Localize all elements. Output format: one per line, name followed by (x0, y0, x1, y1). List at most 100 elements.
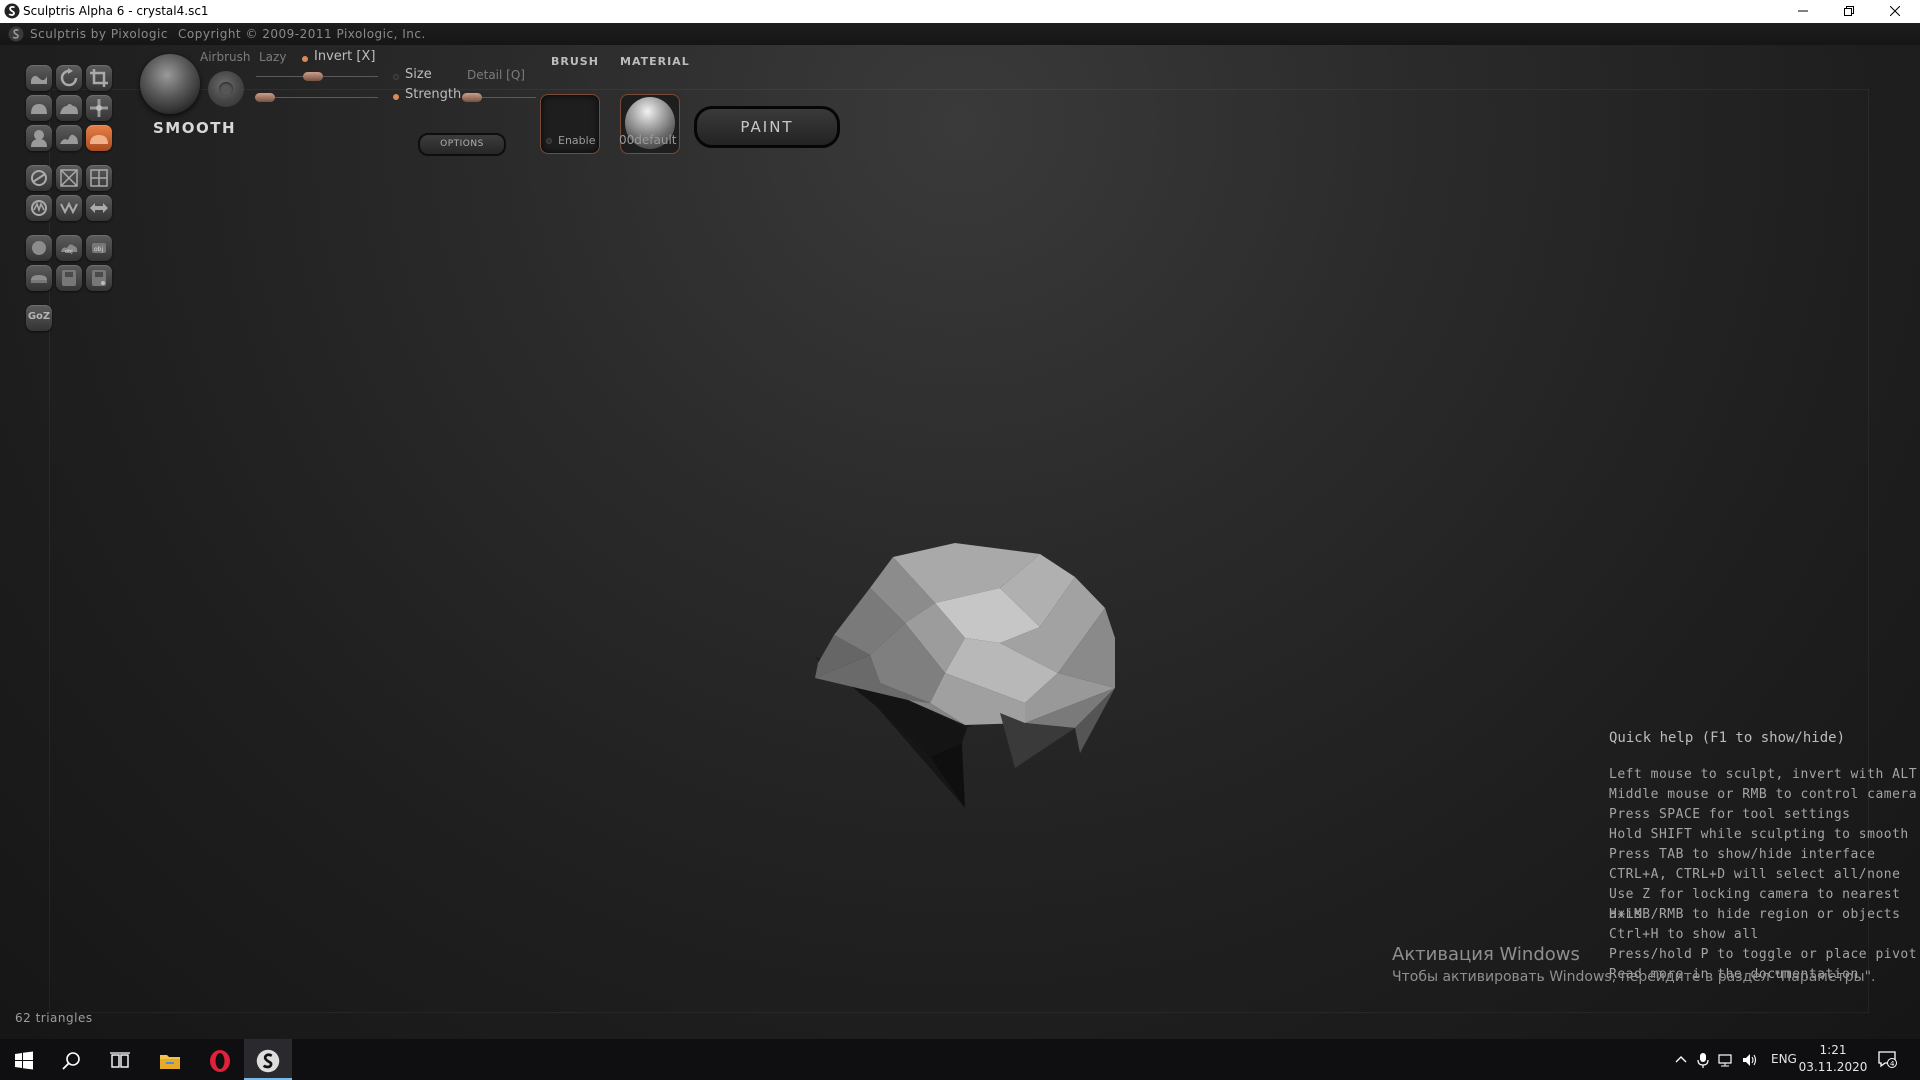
close-button[interactable] (1872, 0, 1918, 23)
brush-enable-label[interactable]: Enable (558, 134, 595, 147)
grid-tool[interactable] (86, 165, 112, 191)
minimize-icon (1798, 10, 1808, 12)
minimize-button[interactable] (1780, 0, 1826, 23)
lazy-toggle[interactable]: Lazy (259, 50, 286, 64)
language-indicator[interactable]: ENG (1771, 1052, 1797, 1066)
quick-help-line: Ctrl+H to show all (1609, 927, 1759, 942)
paint-button[interactable]: PAINT (694, 106, 840, 148)
notification-count: 4 (1890, 1060, 1895, 1068)
quick-help-line: Use Z for locking camera to nearest axis (1609, 887, 1901, 922)
restore-icon (1844, 6, 1854, 16)
sphere-icon (32, 241, 46, 255)
material-title: MATERIAL (620, 55, 690, 68)
wave-tool[interactable] (56, 195, 82, 221)
sculptris-app-icon (4, 3, 20, 19)
flatten-icon (60, 104, 78, 114)
grab-icon (90, 99, 108, 117)
size-radio[interactable] (393, 74, 399, 80)
clock-date: 03.11.2020 (1798, 1060, 1868, 1074)
crop-icon (90, 69, 108, 87)
pinch-tool[interactable] (26, 125, 52, 151)
tool-name: SMOOTH (153, 119, 237, 137)
activation-title: Активация Windows (1392, 944, 1580, 965)
import-icon: obj (61, 244, 78, 255)
detail-label[interactable]: Detail [Q] (467, 68, 525, 82)
sphere-tool[interactable] (26, 235, 52, 261)
invert-toggle[interactable]: Invert [X] (314, 49, 375, 64)
opera-icon (210, 1050, 230, 1072)
smooth-icon (90, 135, 108, 144)
goz-button[interactable]: GoZ (26, 305, 52, 331)
strength-slider-knob[interactable] (462, 93, 482, 102)
goz-label: GoZ (27, 311, 51, 322)
quick-help-line: Left mouse to sculpt, invert with ALT (1609, 767, 1918, 782)
crop-tool[interactable] (86, 65, 112, 91)
tool-preview-sphere[interactable] (140, 54, 200, 114)
quick-help-line: Hold SHIFT while sculpting to smooth (1609, 827, 1909, 842)
crease-icon (60, 134, 78, 144)
inflate-tool[interactable] (26, 95, 52, 121)
save-as-tool[interactable] (86, 265, 112, 291)
microphone-icon[interactable] (1694, 1051, 1712, 1069)
grab-tool[interactable] (86, 95, 112, 121)
clock-time: 1:21 (1819, 1043, 1847, 1057)
svg-text:obj: obj (94, 246, 103, 253)
symmetry-tool[interactable] (26, 165, 52, 191)
invert-radio[interactable] (302, 56, 308, 62)
windows-logo-icon (15, 1051, 33, 1070)
restore-button[interactable] (1826, 0, 1872, 23)
crystal-mesh (815, 543, 1115, 808)
mirror-tool[interactable] (86, 195, 112, 221)
grid-icon (90, 169, 108, 187)
start-button[interactable] (0, 1039, 48, 1080)
obj-tool[interactable]: obj (86, 235, 112, 261)
sculptris-app: Sculptris by Pixologic Copyright © 2009-… (0, 23, 1920, 1039)
options-button[interactable]: OPTIONS (418, 133, 506, 156)
strength-radio[interactable] (393, 94, 399, 100)
chevron-up-icon[interactable] (1672, 1051, 1690, 1069)
sculptris-app-icon (256, 1049, 280, 1073)
plane-tool[interactable] (26, 265, 52, 291)
volume-icon[interactable] (1741, 1051, 1759, 1069)
activation-text: Чтобы активировать Windows, перейдите в … (1392, 969, 1876, 985)
reduce-icon (31, 200, 47, 216)
import-tool[interactable]: obj (56, 235, 82, 261)
quick-help-line: Middle mouse or RMB to control camera (1609, 787, 1918, 802)
quick-help-line: H+LMB/RMB to hide region or objects (1609, 907, 1901, 922)
plane-icon (31, 275, 47, 283)
strength-label: Strength (405, 87, 462, 102)
draw-icon (31, 75, 47, 84)
draw-tool[interactable] (26, 65, 52, 91)
opera-button[interactable] (196, 1039, 244, 1080)
task-view-button[interactable] (96, 1039, 144, 1080)
search-icon (62, 1052, 80, 1070)
windows-taskbar: ENG 1:21 03.11.2020 4 (0, 1039, 1920, 1080)
brush-enable-radio[interactable] (546, 138, 552, 144)
window-title: Sculptris Alpha 6 - crystal4.sc1 (23, 4, 209, 18)
save-tool[interactable] (56, 265, 82, 291)
crease-tool[interactable] (56, 125, 82, 151)
quick-help-line: Press TAB to show/hide interface (1609, 847, 1876, 862)
search-button[interactable] (48, 1039, 96, 1080)
reduce-tool[interactable] (26, 195, 52, 221)
rotate-tool[interactable] (56, 65, 82, 91)
symmetry-icon (31, 170, 47, 186)
airbrush-toggle[interactable]: Airbrush (200, 50, 251, 64)
flatten-tool[interactable] (56, 95, 82, 121)
network-icon[interactable] (1717, 1051, 1735, 1069)
quick-help-line: CTRL+A, CTRL+D will select all/none (1609, 867, 1901, 882)
triangle-count: 62 triangles (15, 1011, 93, 1025)
lazy-slider-knob[interactable] (303, 72, 323, 81)
notification-center-button[interactable]: 4 (1877, 1049, 1897, 1069)
quick-help-line: Press SPACE for tool settings (1609, 807, 1851, 822)
clock[interactable]: 1:21 03.11.2020 (1798, 1042, 1868, 1076)
airbrush-slider-knob[interactable] (255, 93, 275, 102)
stroke-preview[interactable] (208, 71, 244, 107)
sculptris-taskbar-button[interactable] (244, 1039, 292, 1080)
wireframe-icon (60, 169, 78, 187)
file-explorer-button[interactable] (146, 1039, 194, 1080)
smooth-tool[interactable] (86, 125, 112, 151)
size-label: Size (405, 67, 432, 82)
wireframe-tool[interactable] (56, 165, 82, 191)
save-as-icon (92, 270, 106, 286)
